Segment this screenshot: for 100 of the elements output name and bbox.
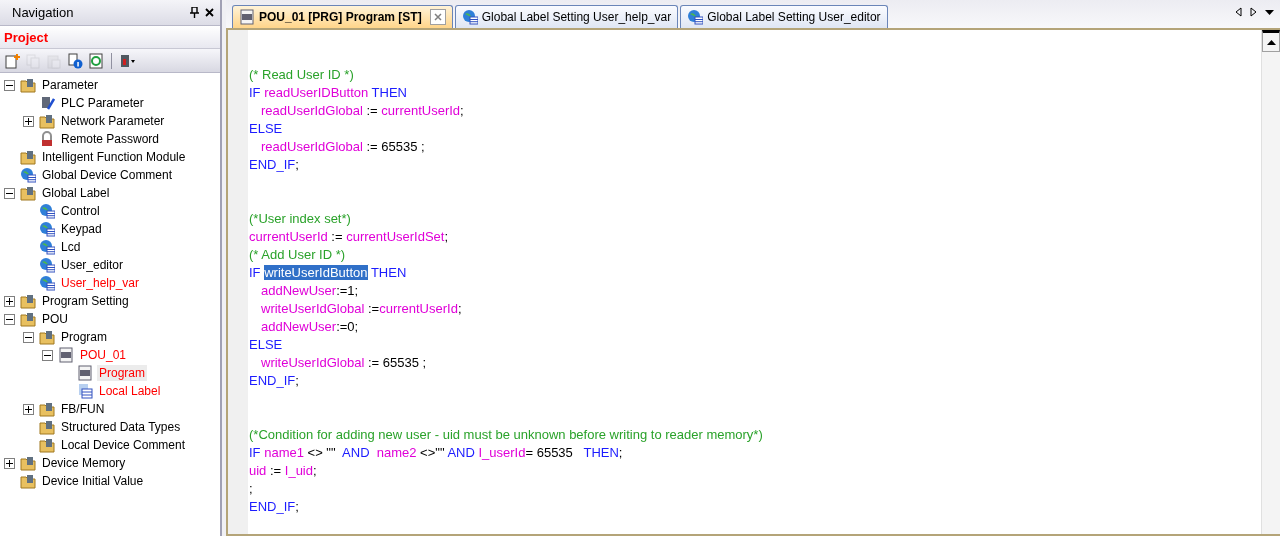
code-token: readUserIDButton (264, 85, 369, 100)
code-token: (*Condition for adding new user - uid must be unknown before writing to reader memory*) (249, 427, 763, 442)
folder-icon (20, 311, 36, 327)
code-token: := (268, 463, 283, 478)
code-token: THEN (370, 85, 407, 100)
folder-icon (20, 149, 36, 165)
tree-item[interactable]: Global Device Comment (40, 167, 175, 183)
folder-icon (39, 113, 55, 129)
code-token: := (366, 301, 380, 316)
tree-item[interactable]: Local Device Comment (59, 437, 188, 453)
tree-item[interactable]: FB/FUN (59, 401, 107, 417)
code-token: (*User index set*) (249, 211, 351, 226)
new-document-icon[interactable] (4, 52, 20, 69)
collapse-toggle[interactable] (23, 331, 34, 343)
tree-item[interactable]: Device Memory (40, 455, 128, 471)
code-token: (* Read User ID *) (249, 67, 354, 82)
table-icon (77, 383, 93, 399)
code-token: := (365, 103, 379, 118)
tree-item[interactable]: Global Label (40, 185, 112, 201)
st-document-icon (58, 347, 74, 363)
code-token: currentUserId (249, 229, 328, 244)
tree-item[interactable]: Control (59, 203, 102, 219)
code-token: IF (249, 85, 262, 100)
editor-tab[interactable]: POU_01 [PRG] Program [ST] (232, 5, 453, 28)
globe-table-icon (20, 167, 36, 183)
tree-item[interactable]: Network Parameter (59, 113, 167, 129)
close-tab-button[interactable] (429, 9, 446, 25)
expand-toggle[interactable] (4, 295, 15, 307)
tree-item[interactable]: Program (59, 329, 109, 345)
globe-table-icon (461, 9, 478, 25)
tree-item[interactable]: Keypad (59, 221, 104, 237)
editor-tab[interactable]: Global Label Setting User_editor (680, 5, 888, 28)
code-token: := (330, 229, 344, 244)
globe-table-icon (39, 275, 55, 291)
tree-item[interactable]: Program Setting (40, 293, 131, 309)
code-token: ; (313, 463, 317, 478)
code-token: :=1; (336, 283, 359, 298)
st-document-icon (239, 9, 255, 25)
code-token: ; (618, 445, 623, 460)
collapse-toggle[interactable] (42, 349, 53, 361)
code-token: ELSE (249, 121, 283, 136)
tree-item[interactable]: Remote Password (59, 131, 162, 147)
scroll-up-button[interactable] (1262, 30, 1280, 52)
code-token: AND (447, 445, 476, 460)
expand-toggle[interactable] (4, 457, 15, 469)
editor-tab[interactable]: Global Label Setting User_help_var (454, 5, 679, 28)
tree-item[interactable]: Parameter (40, 77, 101, 93)
tree-item[interactable]: Intelligent Function Module (40, 149, 188, 165)
code-token: writeUserIdGlobal (261, 355, 365, 370)
tree-item[interactable]: PLC Parameter (59, 95, 146, 111)
tree-item[interactable]: Device Initial Value (40, 473, 146, 489)
selected-code-text: writeUserIdButton (264, 265, 368, 280)
tree-item[interactable]: User_help_var (59, 275, 142, 291)
code-token: THEN (583, 445, 619, 460)
code-token: addNewUser (261, 283, 337, 298)
document-info-icon[interactable] (67, 52, 83, 69)
code-token: = 65535 (525, 445, 574, 460)
close-icon (433, 13, 442, 21)
folder-icon (20, 293, 36, 309)
panel-title: Navigation (12, 5, 74, 20)
dropdown-icon[interactable] (1265, 7, 1274, 17)
tree-item[interactable]: Structured Data Types (59, 419, 183, 435)
code-token: readUserIdGlobal (261, 103, 363, 118)
code-token: I_uid (284, 463, 313, 478)
folder-icon (39, 419, 55, 435)
pin-icon[interactable] (190, 7, 199, 18)
caret-up-icon (1266, 39, 1276, 45)
code-token: :=0; (336, 319, 359, 334)
code-token: ; (295, 373, 299, 388)
folder-icon (20, 185, 36, 201)
code-token: (* Add User ID *) (249, 247, 346, 262)
scroll-left-icon[interactable] (1235, 7, 1242, 17)
folder-icon (39, 329, 55, 345)
code-token: ; (444, 229, 449, 244)
code-token: IF (249, 265, 262, 280)
collapse-toggle[interactable] (4, 313, 15, 325)
tree-item[interactable]: POU_01 (78, 347, 129, 363)
expand-toggle[interactable] (23, 403, 34, 415)
code-token: AND (342, 445, 371, 460)
code-token: <>"" (419, 445, 446, 460)
lock-icon (39, 131, 55, 147)
code-token: ELSE (249, 337, 283, 352)
code-token: name1 (264, 445, 304, 460)
globe-table-icon (39, 257, 55, 273)
code-token: currentUserId (381, 103, 461, 118)
collapse-toggle[interactable] (4, 79, 15, 91)
refresh-icon[interactable] (88, 52, 104, 69)
tree-item[interactable]: Local Label (97, 383, 163, 399)
project-header: Project (4, 29, 49, 45)
tree-item[interactable]: POU (40, 311, 70, 327)
code-token: I_userId (478, 445, 526, 460)
folder-icon (20, 77, 36, 93)
scroll-right-icon[interactable] (1250, 7, 1257, 17)
code-token: THEN (369, 265, 407, 280)
close-icon[interactable] (205, 8, 214, 17)
collapse-toggle[interactable] (4, 187, 15, 199)
tree-item[interactable]: User_editor (59, 257, 126, 273)
device-dropdown-icon[interactable] (119, 52, 135, 69)
tree-item[interactable]: Lcd (59, 239, 83, 255)
expand-toggle[interactable] (23, 115, 34, 127)
